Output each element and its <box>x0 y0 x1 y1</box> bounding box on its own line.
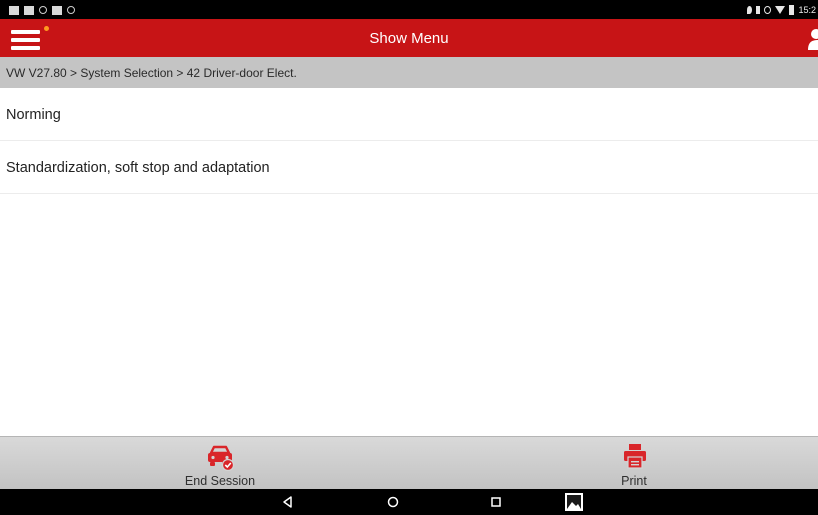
menu-item-label: Standardization, soft stop and adaptatio… <box>6 160 270 176</box>
status-bar: 15:2 <box>0 0 818 19</box>
end-session-button[interactable]: End Session <box>170 437 270 490</box>
notification-image-icon <box>9 5 19 15</box>
notification-sync-icon <box>39 6 47 14</box>
breadcrumb-text: VW V27.80 > System Selection > 42 Driver… <box>6 66 297 80</box>
app-bar: Show Menu <box>0 19 818 57</box>
bottom-toolbar: End Session Print <box>0 436 818 490</box>
breadcrumb: VW V27.80 > System Selection > 42 Driver… <box>0 57 818 88</box>
end-session-label: End Session <box>184 474 256 488</box>
page-title: Show Menu <box>369 30 449 47</box>
status-time: 15:2 <box>798 4 816 15</box>
recent-apps-square-icon[interactable] <box>488 494 504 510</box>
bluetooth-icon <box>756 5 761 14</box>
menu-item-standardization[interactable]: Standardization, soft stop and adaptatio… <box>0 141 818 194</box>
print-button[interactable]: Print <box>594 437 674 490</box>
car-check-icon <box>208 445 234 471</box>
notification-message-icon <box>24 5 34 15</box>
function-menu-list: Norming Standardization, soft stop and a… <box>0 88 818 194</box>
home-circle-icon[interactable] <box>385 494 401 510</box>
battery-icon <box>789 4 795 15</box>
menu-item-norming[interactable]: Norming <box>0 88 818 141</box>
system-status-icons: 15:2 <box>747 4 816 15</box>
system-nav-bar <box>0 489 818 515</box>
print-label: Print <box>621 474 647 488</box>
location-icon <box>747 5 753 14</box>
notification-icons <box>9 5 75 15</box>
notification-gallery-icon <box>52 5 62 15</box>
menu-item-label: Norming <box>6 107 61 123</box>
app-screen: 15:2 Show Menu VW V27.80 > System Select… <box>0 0 818 515</box>
gallery-image-icon[interactable] <box>564 492 584 512</box>
notification-misc-icon <box>67 6 75 14</box>
printer-icon <box>624 444 646 469</box>
back-triangle-icon[interactable] <box>280 494 296 510</box>
wifi-icon <box>775 5 786 14</box>
do-not-disturb-icon <box>764 5 772 14</box>
user-icon[interactable] <box>806 28 818 50</box>
